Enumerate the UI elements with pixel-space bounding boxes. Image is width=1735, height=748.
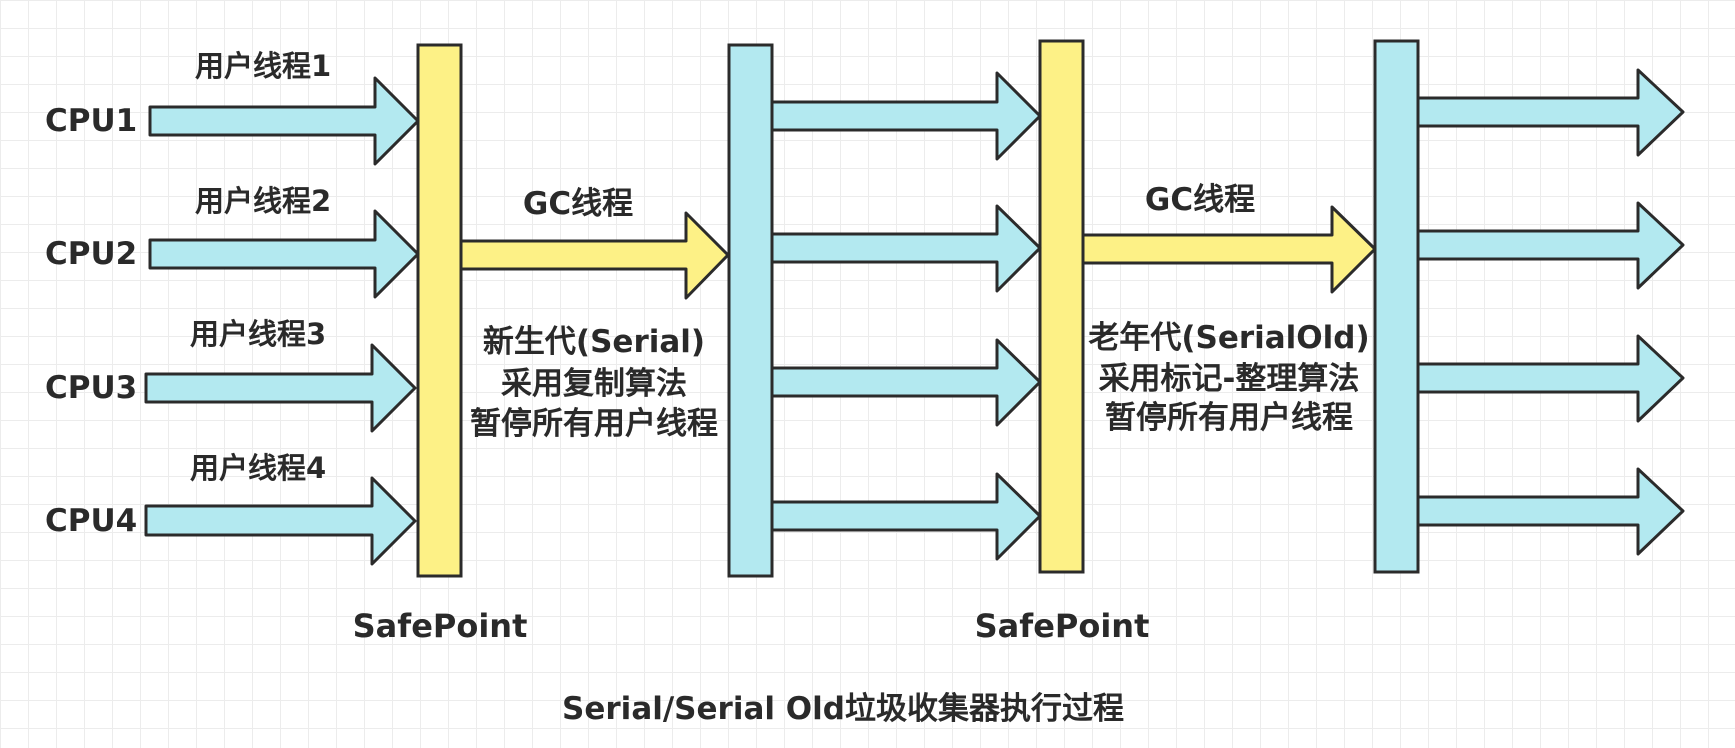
safepoint-bar-1 xyxy=(416,43,463,578)
final-arrow-2 xyxy=(1416,201,1685,290)
user-thread-label-4: 用户线程4 xyxy=(190,451,326,485)
cpu-label-1: CPU1 xyxy=(45,103,137,139)
gc-thread-arrow-2 xyxy=(1081,205,1377,294)
final-arrow-4 xyxy=(1416,467,1685,556)
old-gen-title: 老年代(SerialOld) xyxy=(1088,320,1369,356)
cpu-label-4: CPU4 xyxy=(45,503,137,539)
final-arrow-1 xyxy=(1416,68,1685,157)
cpu4-thread-arrow xyxy=(144,476,417,566)
resume-arrow-3 xyxy=(770,338,1042,427)
diagram-caption: Serial/Serial Old垃圾收集器执行过程 xyxy=(562,691,1124,727)
gc-thread-arrow-1 xyxy=(459,211,730,300)
gc-end-bar-1 xyxy=(727,43,774,578)
serial-gc-diagram: CPU1 CPU2 CPU3 CPU4 用户线程1 用户线程2 用户线程3 用户… xyxy=(45,39,1685,727)
resume-arrow-2 xyxy=(770,204,1042,293)
resume-arrow-1 xyxy=(770,71,1042,161)
gc-end-bar-2 xyxy=(1373,39,1420,574)
cpu-label-2: CPU2 xyxy=(45,236,137,272)
user-thread-label-3: 用户线程3 xyxy=(190,317,326,351)
safepoint-bar-2 xyxy=(1038,39,1085,574)
gc-thread-label-2: GC线程 xyxy=(1145,182,1255,218)
cpu-label-3: CPU3 xyxy=(45,370,137,406)
gc-thread-label-1: GC线程 xyxy=(523,186,633,222)
safepoint-label-1: SafePoint xyxy=(353,607,528,645)
young-gen-pause: 暂停所有用户线程 xyxy=(470,406,718,442)
cpu1-thread-arrow xyxy=(148,76,420,166)
old-gen-pause: 暂停所有用户线程 xyxy=(1105,400,1353,436)
young-gen-title: 新生代(Serial) xyxy=(483,324,705,360)
safepoint-label-2: SafePoint xyxy=(975,607,1150,645)
final-arrow-3 xyxy=(1416,334,1685,423)
old-gen-algorithm: 采用标记-整理算法 xyxy=(1099,361,1360,397)
user-thread-label-2: 用户线程2 xyxy=(195,184,331,218)
cpu3-thread-arrow xyxy=(144,343,417,433)
resume-arrow-4 xyxy=(770,472,1042,561)
user-thread-label-1: 用户线程1 xyxy=(195,49,331,83)
cpu2-thread-arrow xyxy=(148,209,420,299)
young-gen-algorithm: 采用复制算法 xyxy=(501,366,687,402)
